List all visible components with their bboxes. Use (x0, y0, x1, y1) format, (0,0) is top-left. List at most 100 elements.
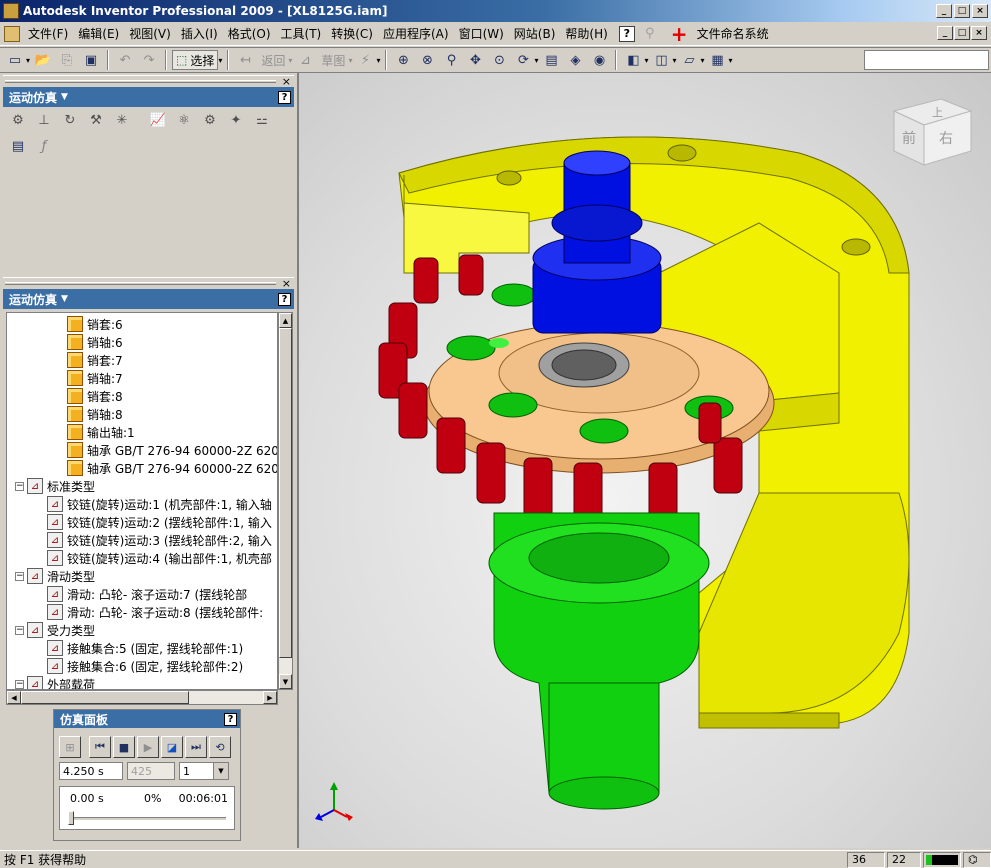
tree-item[interactable]: 销轴:8 (67, 405, 123, 423)
menu-window[interactable]: 窗口(W) (454, 24, 509, 44)
tree-item[interactable]: 销套:7 (67, 351, 123, 369)
tree-item[interactable]: ⊿ 接触集合:5 (固定, 摆线轮部件:1) (47, 639, 243, 657)
display-mode-icon[interactable]: ◉ (588, 49, 610, 71)
simulation-settings-icon[interactable]: ⚒ (85, 109, 107, 131)
publish-icon[interactable]: ⚍ (251, 109, 273, 131)
scroll-right-icon[interactable]: ▶ (263, 691, 277, 704)
export-to-fea-icon[interactable]: ⚙ (199, 109, 221, 131)
rotate-icon[interactable]: ⟳ (512, 49, 534, 71)
plane-icon[interactable]: ▱ (679, 49, 701, 71)
tree-item[interactable]: ⊿ 铰链(旋转)运动:4 (输出部件:1, 机壳部 (47, 549, 272, 567)
tree-item[interactable]: 销轴:6 (67, 333, 123, 351)
tree-item[interactable]: ⊿ 滑动: 凸轮- 滚子运动:8 (摆线轮部件: (47, 603, 263, 621)
menu-view[interactable]: 视图(V) (124, 24, 176, 44)
back-dropdown-icon[interactable]: ▾ (288, 56, 292, 65)
undo-icon[interactable]: ↶ (114, 49, 136, 71)
maximize-button[interactable]: □ (954, 4, 970, 18)
zoom-selected-icon[interactable]: ⊙ (488, 49, 510, 71)
images-input[interactable]: 425 (127, 762, 175, 780)
graphics-viewport[interactable]: 上 前 右 (297, 73, 991, 848)
record-button[interactable]: ◪ (161, 736, 183, 758)
menu-applications[interactable]: 应用程序(A) (378, 24, 454, 44)
mechanism-status-icon[interactable]: ↻ (59, 109, 81, 131)
tree-expander-icon[interactable]: − (15, 571, 24, 581)
tree-item[interactable]: − ⊿ 标准类型 (15, 477, 95, 495)
pan-icon[interactable]: ✥ (464, 49, 486, 71)
insert-joint-icon[interactable]: ⚙ (7, 109, 29, 131)
shaded-display-icon[interactable]: ◈ (564, 49, 586, 71)
menu-help[interactable]: 帮助(H) (560, 24, 612, 44)
loop-button[interactable]: ⟲ (209, 736, 231, 758)
sketch-icon[interactable]: ⊿ (294, 49, 316, 71)
tree-item[interactable]: 销轴:7 (67, 369, 123, 387)
tree-item[interactable]: ⊿ 滑动: 凸轮- 滚子运动:7 (摆线轮部 (47, 585, 247, 603)
unknown-force-icon[interactable]: ⚛ (173, 109, 195, 131)
update-dropdown-icon[interactable]: ▾ (376, 56, 380, 65)
look-at-icon[interactable]: ▤ (540, 49, 562, 71)
menu-tools[interactable]: 工具(T) (276, 24, 327, 44)
visibility-icon[interactable]: ▦ (707, 49, 729, 71)
zoom-icon[interactable]: ⚲ (440, 49, 462, 71)
menu-convert[interactable]: 转换(C) (326, 24, 378, 44)
tree-item[interactable]: − ⊿ 滑动类型 (15, 567, 95, 585)
trace-icon[interactable]: ✦ (225, 109, 247, 131)
tree-vscroll-thumb[interactable] (279, 328, 292, 658)
sim-panel-help-icon[interactable]: ? (224, 712, 237, 726)
tree-expander-icon[interactable]: − (15, 625, 24, 635)
convert-constraints-icon[interactable]: ⊥ (33, 109, 55, 131)
red-cross-icon[interactable]: + (671, 24, 688, 44)
mdi-restore-button[interactable]: □ (954, 26, 970, 40)
menu-format[interactable]: 格式(O) (223, 24, 276, 44)
section-dropdown-icon[interactable]: ▾ (673, 56, 677, 65)
toolbar-input[interactable] (864, 50, 989, 70)
tree-item[interactable]: − ⊿ 受力类型 (15, 621, 95, 639)
tree-expander-icon[interactable]: − (15, 679, 24, 689)
rotate-dropdown-icon[interactable]: ▾ (534, 56, 538, 65)
close-button[interactable]: × (972, 4, 988, 18)
menu-edit[interactable]: 编辑(E) (73, 24, 124, 44)
open-icon[interactable]: 📂 (32, 49, 54, 71)
sketch-button[interactable]: 草图 (318, 52, 348, 69)
tree-item[interactable]: 销套:8 (67, 387, 123, 405)
inventor-app-icon[interactable] (3, 3, 19, 19)
tree-item[interactable]: ⊿ 铰链(旋转)运动:1 (机壳部件:1, 输入轴 (47, 495, 272, 513)
filter-select[interactable]: 1 ▼ (179, 762, 229, 780)
document-icon[interactable] (4, 25, 20, 42)
tree-item[interactable]: ⊿ 接触集合:6 (固定, 摆线轮部件:2) (47, 657, 243, 675)
camera-dropdown-icon[interactable]: ▾ (644, 56, 648, 65)
sketch-dropdown-icon[interactable]: ▾ (348, 56, 352, 65)
camera-icon[interactable]: ◧ (622, 49, 644, 71)
pin-icon[interactable]: ⚲ (639, 23, 661, 45)
play-button[interactable]: ▶ (137, 736, 159, 758)
gearbox-model[interactable]: 上 前 右 (299, 73, 991, 848)
help-icon[interactable]: ? (618, 25, 635, 42)
select-button[interactable]: ⬚ 选择 (172, 50, 219, 70)
panel2-close-icon[interactable]: × (282, 277, 291, 290)
file-naming-system[interactable]: 文件命名系统 (692, 24, 774, 44)
tree-item[interactable]: 输出轴:1 (67, 423, 135, 441)
rewind-button[interactable]: ⏮ (89, 736, 111, 758)
browser-tree[interactable]: 销套:6 销轴:6 销套:7 销轴:7 销套:8 销轴:8 输出轴:1 轴承 GB/T 276… (6, 312, 278, 690)
back-button[interactable]: 返回 (258, 52, 288, 69)
output-grapher-icon[interactable]: 📈 (147, 109, 169, 131)
menu-web[interactable]: 网站(B) (509, 24, 561, 44)
save-icon[interactable]: ▣ (80, 49, 102, 71)
progress-slider[interactable] (68, 811, 74, 825)
project-icon[interactable]: ⎘ (56, 49, 78, 71)
panel1-help-icon[interactable]: ? (278, 90, 291, 104)
section-icon[interactable]: ◫ (651, 49, 673, 71)
scroll-down-icon[interactable]: ▼ (279, 674, 292, 689)
redo-icon[interactable]: ↷ (138, 49, 160, 71)
tree-horizontal-scrollbar[interactable]: ◀ ▶ (6, 690, 278, 705)
tree-vertical-scrollbar[interactable]: ▲ ▼ (278, 312, 293, 690)
panel2-header[interactable]: 运动仿真 ▼ ? (3, 289, 294, 309)
panel2-dropdown-icon[interactable]: ▼ (61, 294, 68, 304)
mdi-minimize-button[interactable]: _ (937, 26, 953, 40)
tree-item[interactable]: ⊿ 铰链(旋转)运动:3 (摆线轮部件:2, 输入 (47, 531, 272, 549)
panel1-close-icon[interactable]: × (282, 75, 291, 88)
sim-panel-header[interactable]: 仿真面板 ? (54, 710, 240, 728)
new-icon[interactable]: ▭ (4, 49, 26, 71)
construction-mode-button[interactable]: ⊞ (59, 736, 81, 758)
zoom-window-icon[interactable]: ⊗ (416, 49, 438, 71)
tree-item[interactable]: ⊿ 铰链(旋转)运动:2 (摆线轮部件:1, 输入 (47, 513, 272, 531)
